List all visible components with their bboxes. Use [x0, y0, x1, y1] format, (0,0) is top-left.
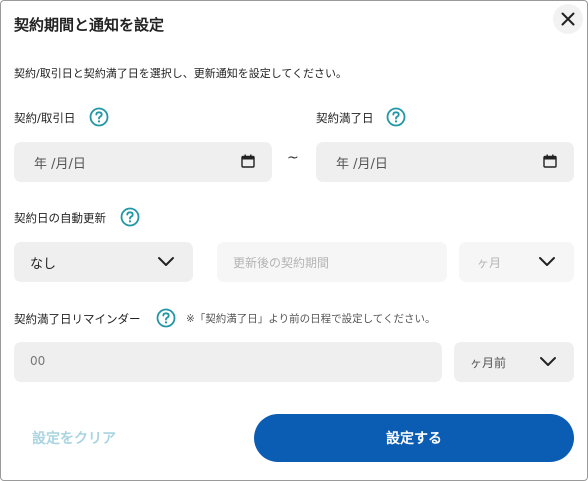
- contract-date-input[interactable]: 年 /月/日: [14, 142, 272, 182]
- calendar-icon[interactable]: [543, 154, 557, 168]
- chevron-down-icon: [158, 257, 174, 266]
- clear-settings-button[interactable]: 設定をクリア: [32, 428, 116, 448]
- contract-date-label: 契約/取引日: [14, 111, 76, 125]
- auto-renewal-label: 契約日の自動更新: [14, 211, 106, 225]
- renewal-unit-select[interactable]: ヶ月: [459, 242, 574, 282]
- expiry-date-placeholder: 年 /月/日: [336, 157, 388, 172]
- reminder-value-input[interactable]: 00: [14, 342, 442, 382]
- reminder-help-icon[interactable]: [156, 308, 176, 328]
- auto-renewal-help-icon[interactable]: [120, 207, 140, 227]
- contract-settings-dialog: 契約期間と通知を設定 契約/取引日と契約満了日を選択し、更新通知を設定してくださ…: [0, 0, 588, 481]
- close-button[interactable]: [553, 4, 583, 34]
- reminder-unit-select[interactable]: ヶ月前: [454, 342, 574, 382]
- contract-date-placeholder: 年 /月/日: [34, 157, 86, 172]
- dialog-description: 契約/取引日と契約満了日を選択し、更新通知を設定してください。: [14, 67, 348, 80]
- auto-renewal-select[interactable]: なし: [14, 242, 193, 282]
- dialog-title: 契約期間と通知を設定: [14, 16, 165, 34]
- chevron-down-icon: [539, 257, 555, 266]
- reminder-label: 契約満了日リマインダー: [14, 312, 141, 326]
- chevron-down-icon: [540, 357, 556, 366]
- auto-renewal-selected: なし: [30, 257, 57, 272]
- expiry-date-help-icon[interactable]: [386, 107, 406, 127]
- renewal-unit-label: ヶ月: [477, 256, 502, 270]
- expiry-date-input[interactable]: 年 /月/日: [316, 142, 574, 182]
- calendar-icon[interactable]: [241, 154, 255, 168]
- submit-settings-label: 設定する: [386, 431, 442, 447]
- range-separator: ~: [287, 150, 299, 166]
- reminder-unit-label: ヶ月前: [470, 356, 507, 370]
- expiry-date-label: 契約満了日: [316, 111, 374, 125]
- submit-settings-button[interactable]: 設定する: [254, 414, 574, 462]
- close-icon: [561, 12, 575, 26]
- renewal-period-input[interactable]: 更新後の契約期間: [217, 242, 447, 282]
- renewal-period-placeholder: 更新後の契約期間: [233, 256, 330, 270]
- reminder-note: ※「契約満了日」より前の日程で設定してください。: [186, 313, 436, 325]
- reminder-value-placeholder: 00: [30, 354, 46, 368]
- contract-date-help-icon[interactable]: [89, 107, 109, 127]
